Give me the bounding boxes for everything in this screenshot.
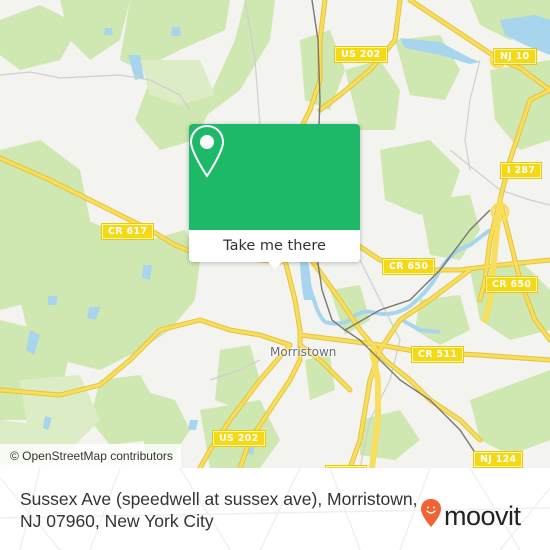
- road-shield-us202-south: US 202: [212, 430, 266, 447]
- popup-header: [189, 124, 360, 230]
- popup-pointer: [266, 260, 284, 269]
- moovit-wordmark: moovit: [444, 501, 521, 531]
- road-shield-nj124: NJ 124: [472, 451, 524, 468]
- road-shield-us202-north: US 202: [334, 46, 388, 63]
- road-shield-cr511: CR 511: [410, 346, 465, 363]
- place-label-morristown: Morristown: [270, 345, 337, 359]
- take-me-there-label: Take me there: [223, 238, 326, 254]
- road-shield-cr650-west: CR 650: [381, 258, 436, 275]
- road-shield-i287-north: I 287: [499, 162, 543, 179]
- road-shield-cr650-east: CR 650: [484, 276, 539, 293]
- address-text: Sussex Ave (speedwell at sussex ave), Mo…: [20, 489, 418, 531]
- osm-attribution[interactable]: © OpenStreetMap contributors: [0, 444, 181, 468]
- location-popup: Take me there: [189, 124, 360, 269]
- map-pin-icon: [189, 124, 225, 178]
- footer: Sussex Ave (speedwell at sussex ave), Mo…: [0, 468, 550, 550]
- moovit-logo[interactable]: moovit: [420, 498, 521, 531]
- take-me-there-button[interactable]: Take me there: [189, 230, 360, 262]
- map[interactable]: US 202 NJ 10 I 287 CR 617 CR 650 CR 650 …: [0, 0, 550, 468]
- road-shield-cr617: CR 617: [100, 223, 155, 240]
- moovit-pin-smile-icon: [421, 499, 441, 527]
- road-shield-nj10: NJ 10: [493, 48, 537, 65]
